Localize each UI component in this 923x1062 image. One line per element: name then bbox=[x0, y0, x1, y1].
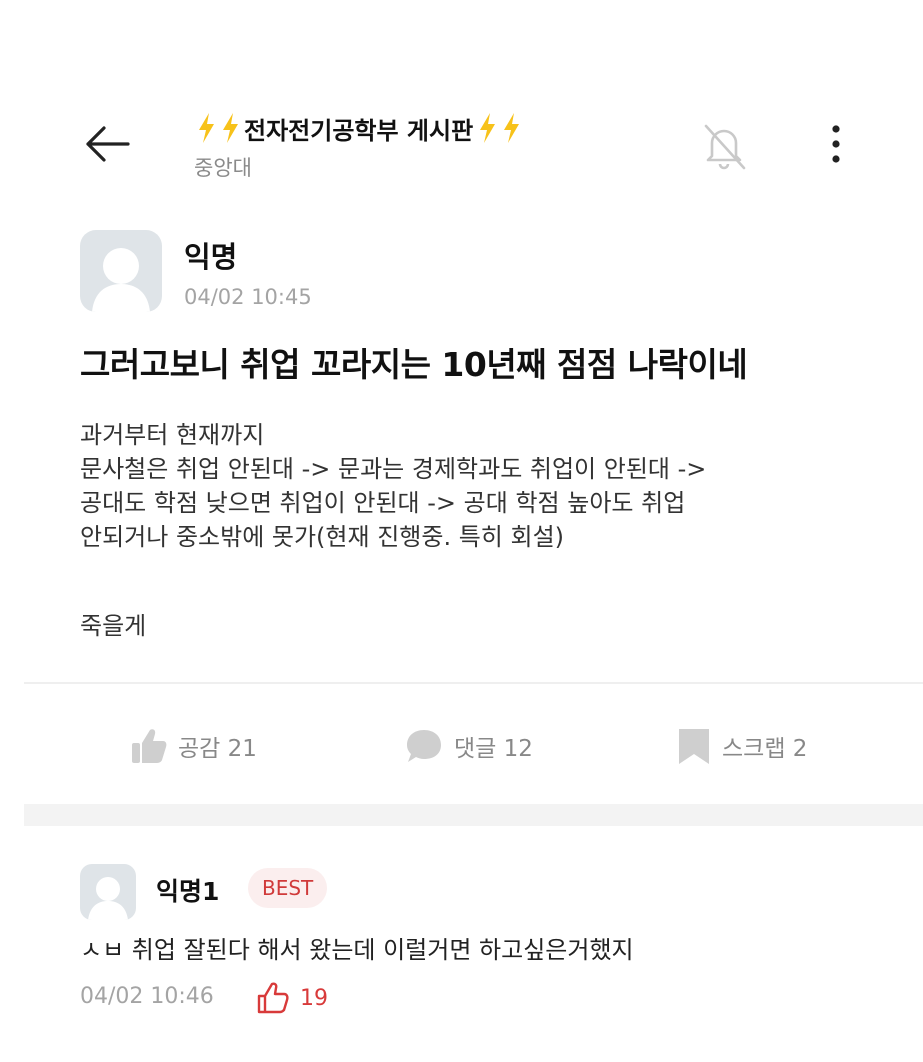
lightning-icon bbox=[199, 113, 214, 143]
comment-avatar bbox=[80, 864, 136, 920]
scrap-count: 스크랩 2 bbox=[722, 736, 808, 762]
back-arrow-icon bbox=[86, 126, 130, 162]
comment-author: 익명1 bbox=[156, 877, 220, 906]
bell-off-icon bbox=[704, 124, 746, 170]
default-profile-icon bbox=[88, 877, 128, 920]
board-title: 전자전기공학부 게시판 bbox=[196, 108, 521, 148]
avatar bbox=[80, 230, 162, 312]
post-author: 익명 bbox=[184, 240, 238, 274]
lightning-icon bbox=[223, 113, 238, 143]
comment-like-button[interactable]: 19 bbox=[256, 980, 328, 1016]
thumbs-up-icon bbox=[132, 729, 167, 763]
comment-timestamp: 04/02 10:46 bbox=[80, 984, 214, 1009]
comment-count: 댓글 12 bbox=[454, 736, 533, 762]
post-body: 과거부터 현재까지 문사철은 취업 안된대 -> 문과는 경제학과도 취업이 안… bbox=[80, 418, 880, 554]
back-button[interactable] bbox=[80, 120, 136, 168]
post-timestamp: 04/02 10:45 bbox=[184, 285, 312, 309]
more-vertical-icon bbox=[832, 125, 840, 163]
post-body-line: 공대도 학점 낮으면 취업이 안된대 -> 공대 학점 높아도 취업 bbox=[80, 489, 686, 517]
post-title: 그러고보니 취업 꼬라지는 10년째 점점 나락이네 bbox=[80, 345, 748, 384]
like-count: 공감 21 bbox=[178, 736, 257, 762]
post-body-line: 과거부터 현재까지 bbox=[80, 421, 265, 449]
scrap-button[interactable]: 스크랩 2 bbox=[676, 718, 807, 774]
post-body-closing: 죽을게 bbox=[80, 612, 147, 640]
lightning-icon bbox=[480, 113, 496, 143]
bookmark-icon bbox=[679, 729, 709, 764]
post-body-line: 문사철은 취업 안된대 -> 문과는 경제학과도 취업이 안된대 -> bbox=[80, 455, 707, 483]
more-options-button[interactable] bbox=[812, 118, 860, 174]
comment-button[interactable]: 댓글 12 bbox=[404, 718, 533, 774]
thumbs-up-outline-icon bbox=[257, 982, 289, 1014]
like-button[interactable]: 공감 21 bbox=[130, 718, 257, 774]
divider bbox=[24, 682, 923, 684]
notification-toggle-button[interactable] bbox=[694, 116, 754, 176]
default-profile-icon bbox=[92, 248, 150, 312]
comment-text: ㅅㅂ 취업 잘된다 해서 왔는데 이럴거면 하고싶은거했지 bbox=[80, 936, 634, 964]
section-separator bbox=[24, 804, 923, 826]
board-title-text: 전자전기공학부 게시판 bbox=[244, 116, 474, 145]
post-body-line: 안되거나 중소밖에 못가(현재 진행중. 특히 회설) bbox=[80, 523, 565, 551]
speech-bubble-icon bbox=[407, 730, 441, 762]
comment-like-count: 19 bbox=[300, 985, 328, 1011]
best-badge: BEST bbox=[248, 868, 328, 908]
lightning-icon bbox=[504, 113, 520, 143]
school-name: 중앙대 bbox=[194, 156, 252, 180]
